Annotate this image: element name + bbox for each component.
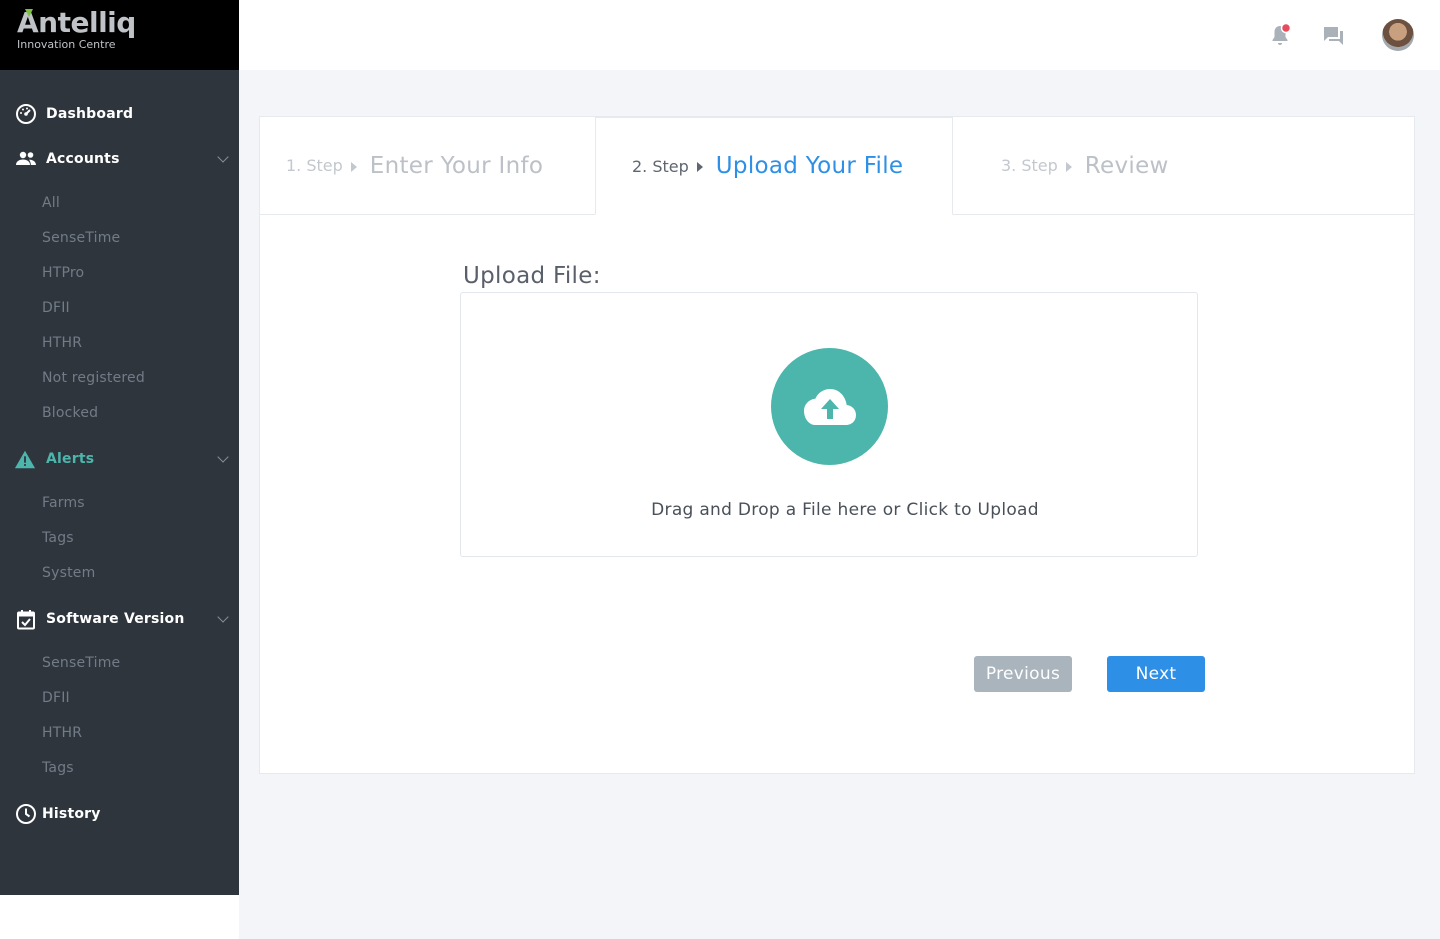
warning-icon [14,448,36,470]
clock-icon [15,803,37,825]
wizard-step-3[interactable]: 3. Step Review [953,117,1415,215]
nav-history-label: History [42,806,101,822]
cloud-upload-icon[interactable] [771,348,888,465]
nav-software-dfii[interactable]: DFII [42,690,70,706]
nav-accounts-htpro[interactable]: HTPro [42,265,84,281]
nav-dashboard[interactable]: Dashboard [0,99,239,129]
nav-accounts-not-registered[interactable]: Not registered [42,370,145,386]
caret-right-icon [696,162,703,172]
chevron-down-icon [217,611,229,623]
chat-icon[interactable] [1322,24,1346,52]
bell-icon[interactable] [1268,22,1294,52]
chevron-down-icon [217,451,229,463]
avatar[interactable] [1382,19,1414,51]
calendar-check-icon [15,608,37,630]
upload-file-label: Upload File: [463,263,601,289]
chevron-down-icon [217,151,229,163]
step-3-number: 3. Step [1001,156,1058,175]
caret-right-icon [1065,161,1072,172]
brand-logo[interactable]: Antelliq Innovation Centre [0,0,239,70]
upload-wizard-card: 1. Step Enter Your Info 2. Step Upload Y… [259,116,1415,774]
logo-accent-icon [25,9,33,17]
nav-accounts-blocked[interactable]: Blocked [42,405,98,421]
dropzone-text: Drag and Drop a File here or Click to Up… [651,500,1039,520]
nav-alerts-farms[interactable]: Farms [42,495,85,511]
step-3-title: Review [1084,152,1169,179]
nav-software-version-label: Software Version [46,611,185,627]
dashboard-icon [15,103,37,125]
nav-accounts-label: Accounts [46,151,120,167]
wizard-step-1[interactable]: 1. Step Enter Your Info [260,117,595,215]
wizard-step-2[interactable]: 2. Step Upload Your File [595,117,953,215]
nav-accounts-hthr[interactable]: HTHR [42,335,82,351]
file-dropzone[interactable]: Drag and Drop a File here or Click to Up… [460,292,1198,557]
nav-software-sensetime[interactable]: SenseTime [42,655,120,671]
nav-accounts-sensetime[interactable]: SenseTime [42,230,120,246]
brand-name: Antelliq [17,6,136,39]
top-header [239,0,1440,70]
people-icon [15,148,37,170]
step-1-number: 1. Step [286,156,343,175]
nav-alerts-label: Alerts [46,451,95,467]
previous-button[interactable]: Previous [974,656,1072,692]
nav-history[interactable]: History [0,799,239,829]
next-button[interactable]: Next [1107,656,1205,692]
step-1-title: Enter Your Info [369,152,544,179]
nav-software-tags[interactable]: Tags [42,760,74,776]
nav-alerts-system[interactable]: System [42,565,95,581]
caret-right-icon [350,161,357,172]
step-2-number: 2. Step [632,156,689,176]
sidebar: Antelliq Innovation Centre Dashboard Acc… [0,0,239,895]
nav-accounts[interactable]: Accounts [0,144,239,174]
nav-alerts[interactable]: Alerts [0,444,239,474]
nav-alerts-tags[interactable]: Tags [42,530,74,546]
nav-software-hthr[interactable]: HTHR [42,725,82,741]
nav-dashboard-label: Dashboard [46,106,134,122]
step-2-title: Upload Your File [715,153,904,179]
nav-accounts-dfii[interactable]: DFII [42,300,70,316]
nav-software-version[interactable]: Software Version [0,604,239,634]
sidebar-footer [0,895,239,939]
nav-accounts-all[interactable]: All [42,195,60,211]
